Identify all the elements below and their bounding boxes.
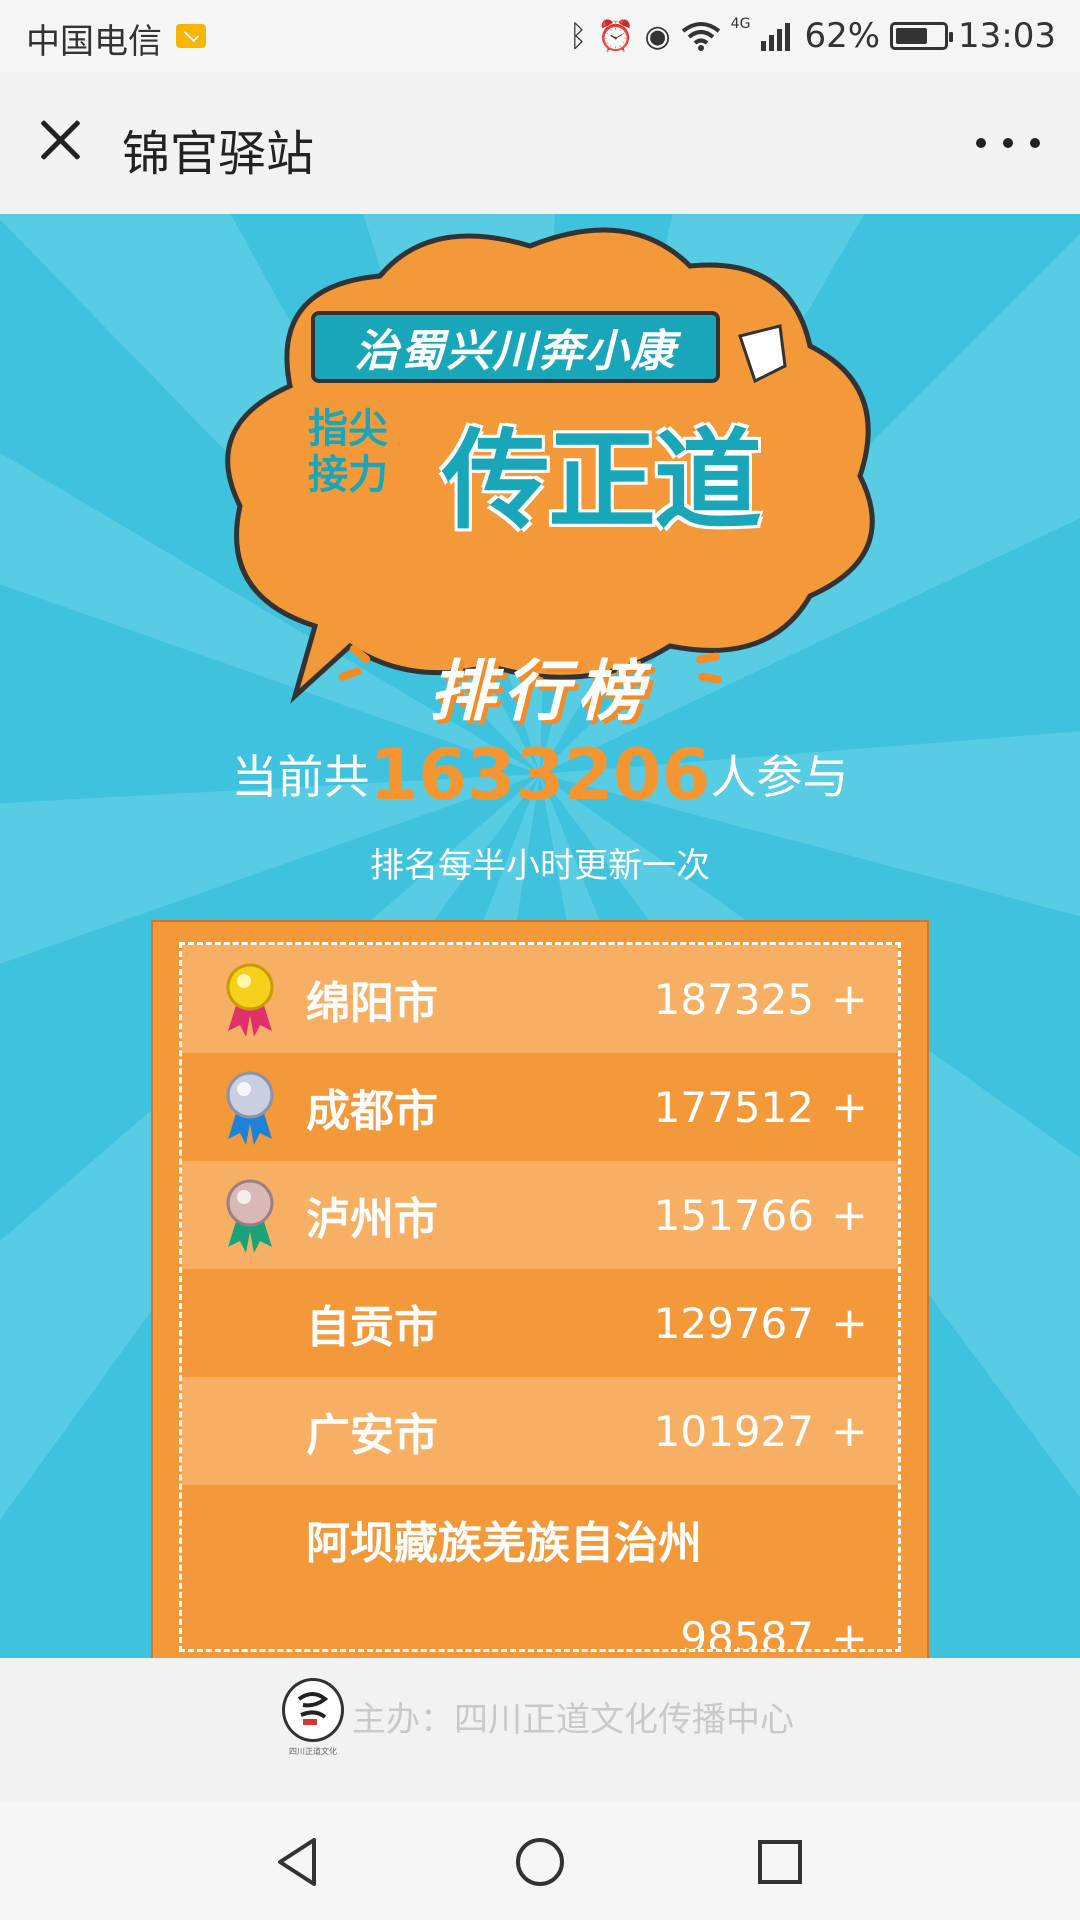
app-header: 锦官驿站 (0, 72, 1080, 215)
support-plus-button[interactable]: + (831, 1406, 868, 1457)
ranking-board: 绵阳市 187325 + 成都市 177512 + 泸州市 151766 + 自… (151, 920, 929, 1658)
leaderboard-page[interactable]: 治蜀兴川奔小康 指尖 接力 传正道 排行榜 当前共1633206人参与 排名每半… (0, 214, 1080, 1658)
close-button[interactable] (30, 108, 94, 172)
page-title: 锦官驿站 (122, 126, 315, 182)
support-plus-button[interactable]: + (831, 1190, 868, 1241)
system-navigation-bar (0, 1802, 1080, 1920)
status-bar: 中国电信 ᛒ ⏰ ◉ 4G 62% 13:03 (0, 0, 1080, 72)
support-plus-button[interactable]: + (831, 1613, 868, 1649)
bronze-medal-icon (226, 1179, 274, 1253)
alarm-icon: ⏰ (597, 18, 635, 54)
logo-mark (297, 1692, 329, 1725)
city-score: 101927 (653, 1406, 814, 1456)
participant-count: 当前共1633206人参与 (0, 734, 1080, 816)
signal-icon (761, 23, 791, 51)
mail-icon (176, 24, 206, 48)
city-score: 129767 (653, 1298, 814, 1348)
participants-number: 1633206 (369, 734, 711, 816)
support-plus-button[interactable]: + (831, 1082, 868, 1133)
ranking-row: 成都市 177512 + (182, 1053, 898, 1161)
gold-medal-icon (226, 963, 274, 1037)
silver-medal-icon (226, 1071, 274, 1145)
organizer-logo (282, 1678, 344, 1742)
slogan-main: 传正道 (442, 419, 762, 544)
ranking-row: 自贡市 129767 + (182, 1269, 898, 1377)
participants-suffix: 人参与 (710, 750, 849, 804)
city-name: 阿坝藏族羌族自治州 (306, 1518, 702, 1569)
city-score: 177512 (653, 1082, 814, 1132)
status-icons: ᛒ ⏰ ◉ 4G 62% 13:03 (569, 14, 1056, 58)
eye-icon: ◉ (644, 18, 671, 54)
city-score: 187325 (653, 974, 814, 1024)
organizer-text: 主办：四川正道文化传播中心 (352, 1700, 794, 1740)
city-name: 绵阳市 (306, 978, 438, 1029)
carrier-label: 中国电信 (26, 22, 162, 62)
city-score: 98587 (680, 1613, 814, 1652)
page-footer: 四川正道文化 主办：四川正道文化传播中心 (0, 1658, 1080, 1802)
recents-nav-icon[interactable] (750, 1832, 810, 1892)
city-score: 151766 (653, 1190, 814, 1240)
city-name: 广安市 (306, 1410, 438, 1461)
participants-prefix: 当前共 (231, 750, 370, 804)
slogan-small-2: 接力 (308, 452, 388, 498)
slogan-small-1: 指尖 (308, 406, 388, 452)
support-plus-button[interactable]: + (831, 974, 868, 1025)
more-options-button[interactable] (976, 118, 1040, 168)
clock: 13:03 (958, 16, 1056, 56)
network-type: 4G (730, 16, 751, 32)
ranking-row: 绵阳市 187325 + (182, 945, 898, 1053)
back-nav-icon[interactable] (270, 1832, 330, 1892)
ranking-list[interactable]: 绵阳市 187325 + 成都市 177512 + 泸州市 151766 + 自… (179, 942, 901, 1652)
update-note: 排名每半小时更新一次 (370, 846, 710, 886)
city-name: 成都市 (306, 1086, 438, 1137)
city-name: 自贡市 (306, 1302, 438, 1353)
ranking-row: 泸州市 151766 + (182, 1161, 898, 1269)
support-plus-button[interactable]: + (831, 1298, 868, 1349)
bluetooth-icon: ᛒ (569, 18, 588, 54)
logo-caption: 四川正道文化 (289, 1747, 337, 1756)
wifi-icon (681, 22, 720, 51)
battery-percent: 62% (804, 16, 881, 56)
ranking-row: 阿坝藏族羌族自治州 98587 + (182, 1485, 898, 1649)
more-dot (1030, 138, 1040, 148)
leaderboard-title: 排行榜 (429, 653, 651, 730)
battery-icon (890, 22, 954, 50)
home-nav-icon[interactable] (510, 1832, 570, 1892)
more-dot (1003, 138, 1013, 148)
more-dot (976, 138, 986, 148)
city-name: 泸州市 (306, 1194, 438, 1245)
slogan-top: 治蜀兴川奔小康 (354, 326, 677, 377)
ranking-row: 广安市 101927 + (182, 1377, 898, 1485)
